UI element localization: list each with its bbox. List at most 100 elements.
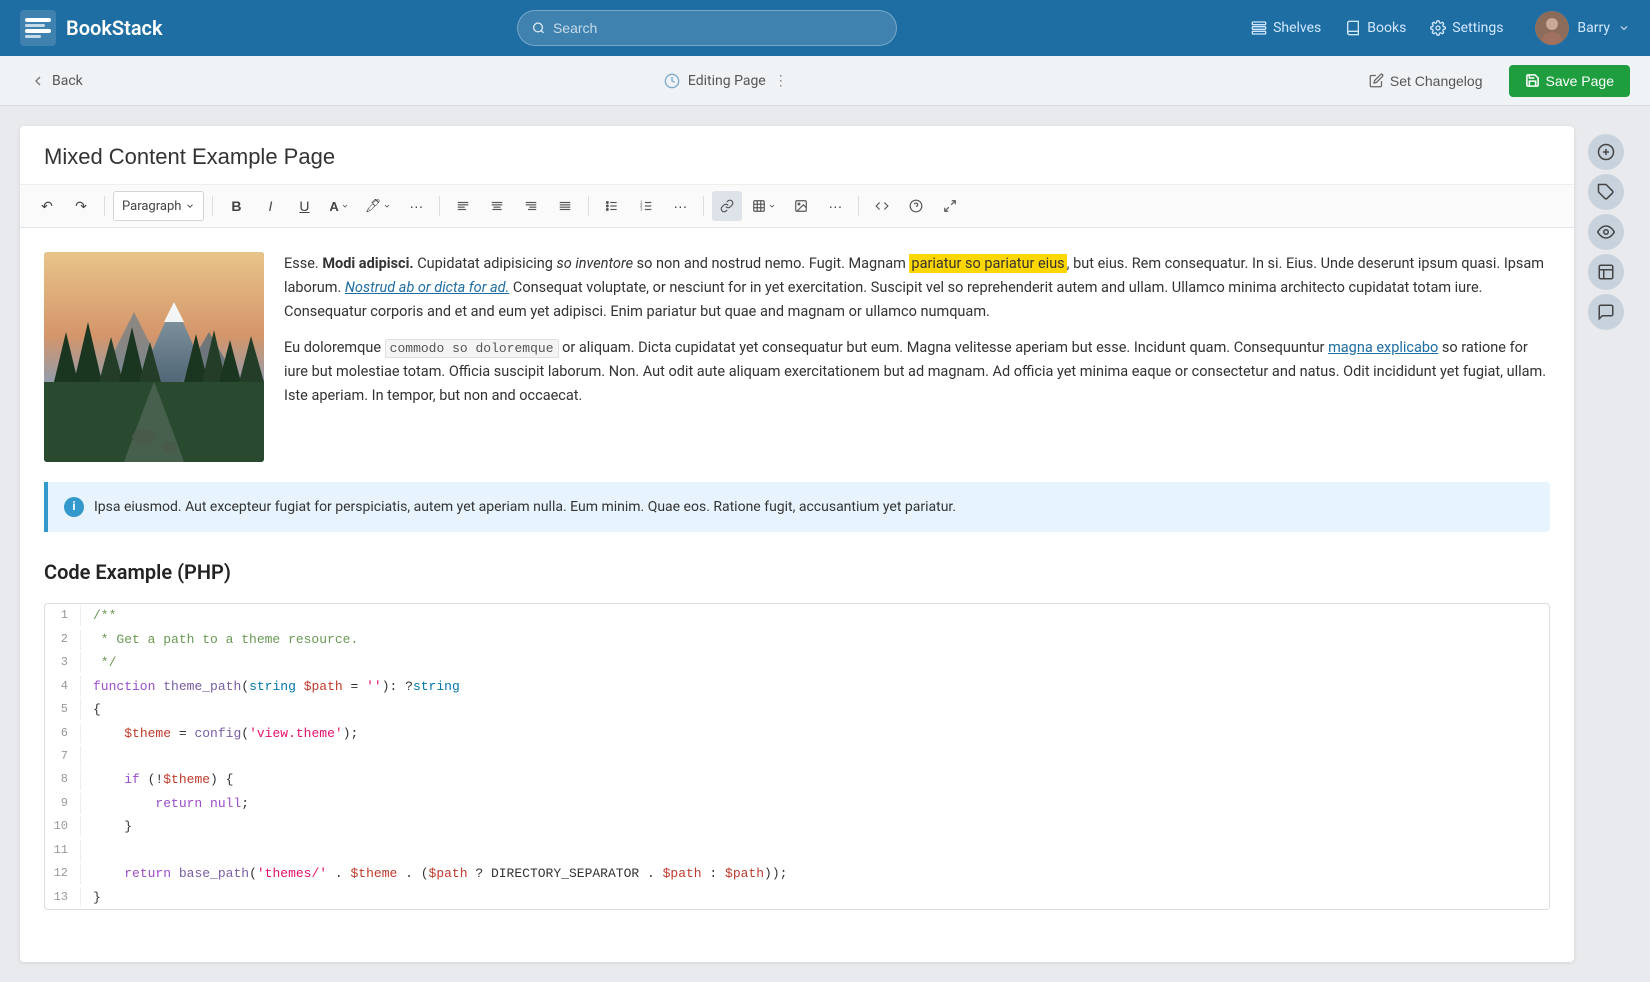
- back-button[interactable]: Back: [20, 67, 93, 95]
- align-right-icon: [524, 199, 538, 213]
- svg-text:3: 3: [640, 207, 643, 212]
- text-color-chevron: [341, 202, 349, 210]
- books-label: Books: [1367, 20, 1406, 36]
- editing-label: Editing Page: [688, 73, 766, 89]
- user-dropdown-chevron: [1618, 22, 1630, 34]
- sidebar-attachments-button[interactable]: [1588, 254, 1624, 290]
- brand-name: BookStack: [66, 16, 163, 40]
- eye-icon: [1597, 223, 1615, 241]
- separator-3: [439, 196, 440, 216]
- user-menu[interactable]: Barry: [1535, 11, 1630, 45]
- align-left-button[interactable]: [448, 191, 478, 221]
- search-icon: [532, 21, 545, 35]
- align-right-button[interactable]: [516, 191, 546, 221]
- code-line: 11: [45, 839, 1549, 862]
- save-icon: [1525, 73, 1540, 88]
- bold-button[interactable]: B: [221, 191, 251, 221]
- page-title-input[interactable]: [44, 144, 1550, 170]
- info-box: i Ipsa eiusmod. Aut excepteur fugiat for…: [44, 482, 1550, 532]
- changelog-icon: [1369, 73, 1384, 88]
- search-bar[interactable]: [517, 10, 897, 46]
- link-2[interactable]: magna explicabo: [1328, 339, 1438, 356]
- code-line: 6 $theme = config('view.theme');: [45, 722, 1549, 745]
- landscape-image: [44, 252, 264, 462]
- content-row: Esse. Modi adipisci. Cupidatat adipisici…: [44, 252, 1550, 462]
- link-1[interactable]: Nostrud ab or dicta for ad.: [345, 279, 509, 296]
- sidebar-comments-button[interactable]: [1588, 294, 1624, 330]
- separator-2: [212, 196, 213, 216]
- content-text: Esse. Modi adipisci. Cupidatat adipisici…: [284, 252, 1550, 462]
- avatar-image: [1535, 11, 1569, 45]
- info-text: Ipsa eiusmod. Aut excepteur fugiat for p…: [94, 496, 956, 518]
- editor-content[interactable]: Esse. Modi adipisci. Cupidatat adipisici…: [20, 228, 1574, 934]
- nav-links: Shelves Books Settings Barry: [1251, 11, 1630, 45]
- right-sidebar: [1582, 126, 1630, 962]
- undo-button[interactable]: ↶: [32, 191, 62, 221]
- table-icon: [752, 199, 766, 213]
- editor-toolbar: ↶ ↷ Paragraph B I U A 🖊 ···: [20, 185, 1574, 228]
- code-line: 9 return null;: [45, 792, 1549, 815]
- paragraph-select[interactable]: Paragraph: [113, 191, 204, 221]
- settings-nav-link[interactable]: Settings: [1430, 20, 1503, 36]
- sidebar-watch-button[interactable]: [1588, 214, 1624, 250]
- content-image: [44, 252, 264, 462]
- back-label: Back: [52, 73, 83, 89]
- more-block-button[interactable]: ···: [665, 191, 695, 221]
- code-button[interactable]: [867, 191, 897, 221]
- code-line: 2 * Get a path to a theme resource.: [45, 628, 1549, 651]
- attachment-icon: [1597, 263, 1615, 281]
- avatar: [1535, 11, 1569, 45]
- brand-icon: [20, 10, 56, 46]
- help-icon: [909, 199, 923, 213]
- code-section-title: Code Example (PHP): [44, 556, 1550, 589]
- text-color-button[interactable]: A: [323, 191, 354, 221]
- image-button[interactable]: [786, 191, 816, 221]
- save-page-button[interactable]: Save Page: [1509, 65, 1631, 97]
- editing-more-icon[interactable]: ⋮: [774, 73, 788, 89]
- code-block: 1 /** 2 * Get a path to a theme resource…: [44, 603, 1550, 910]
- navbar: BookStack Shelves Books Settings: [0, 0, 1650, 56]
- highlight-button[interactable]: 🖊: [359, 191, 398, 221]
- search-input[interactable]: [553, 20, 882, 36]
- paragraph-chevron-icon: [185, 201, 195, 211]
- redo-button[interactable]: ↷: [66, 191, 96, 221]
- paragraph-label: Paragraph: [122, 199, 181, 214]
- pin-icon: [1597, 143, 1615, 161]
- paragraph-1: Esse. Modi adipisci. Cupidatat adipisici…: [284, 252, 1550, 324]
- table-button[interactable]: [746, 191, 782, 221]
- link-button[interactable]: [712, 191, 742, 221]
- highlight-chevron: [383, 202, 391, 210]
- code-line: 12 return base_path('themes/' . $theme .…: [45, 862, 1549, 885]
- set-changelog-button[interactable]: Set Changelog: [1359, 67, 1493, 95]
- more-format-button[interactable]: ···: [401, 191, 431, 221]
- settings-label: Settings: [1452, 20, 1503, 36]
- sidebar-pin-button[interactable]: [1588, 134, 1624, 170]
- shelves-nav-link[interactable]: Shelves: [1251, 20, 1321, 36]
- books-nav-link[interactable]: Books: [1345, 20, 1406, 36]
- list-numbered-icon: 123: [639, 199, 653, 213]
- code-line: 7: [45, 745, 1549, 768]
- fullscreen-button[interactable]: [935, 191, 965, 221]
- separator-5: [703, 196, 704, 216]
- page-title-bar: [20, 126, 1574, 185]
- list-numbered-button[interactable]: 123: [631, 191, 661, 221]
- align-left-icon: [456, 199, 470, 213]
- italic-button[interactable]: I: [255, 191, 285, 221]
- sidebar-tag-button[interactable]: [1588, 174, 1624, 210]
- code-icon: [875, 199, 889, 213]
- brand-logo[interactable]: BookStack: [20, 10, 163, 46]
- shelves-icon: [1251, 20, 1267, 36]
- comment-icon: [1597, 303, 1615, 321]
- more-insert-button[interactable]: ···: [820, 191, 850, 221]
- help-button[interactable]: [901, 191, 931, 221]
- underline-button[interactable]: U: [289, 191, 319, 221]
- shelves-label: Shelves: [1273, 20, 1321, 36]
- main-layout: ↶ ↷ Paragraph B I U A 🖊 ···: [0, 106, 1650, 982]
- align-center-button[interactable]: [482, 191, 512, 221]
- code-line: 4 function theme_path(string $path = '')…: [45, 675, 1549, 698]
- list-bullet-button[interactable]: [597, 191, 627, 221]
- separator-1: [104, 196, 105, 216]
- justify-button[interactable]: [550, 191, 580, 221]
- code-line: 10 }: [45, 815, 1549, 838]
- code-line: 1 /**: [45, 604, 1549, 627]
